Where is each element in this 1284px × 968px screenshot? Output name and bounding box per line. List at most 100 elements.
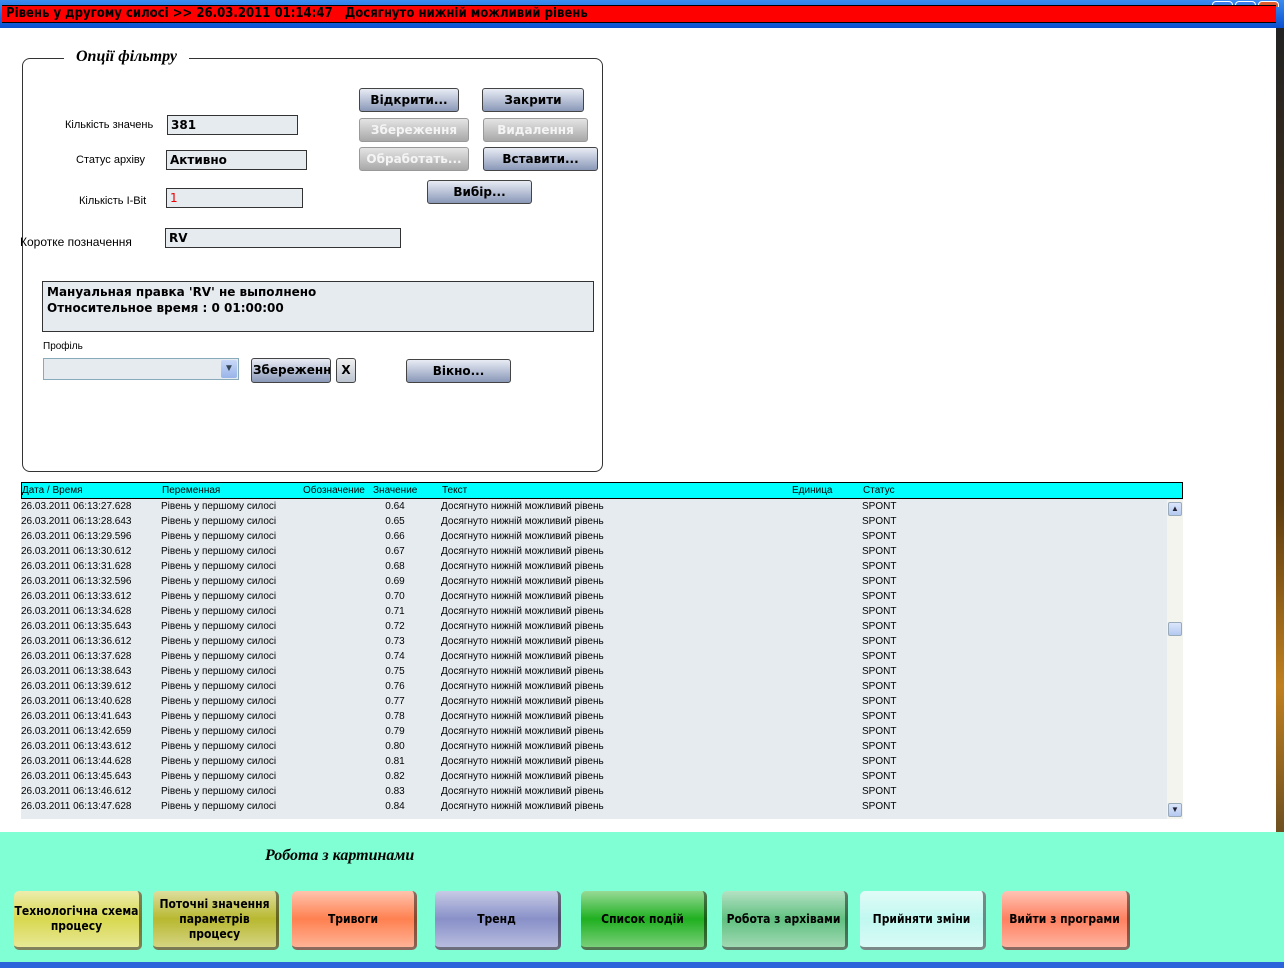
profile-clear-button[interactable]: X xyxy=(336,358,356,383)
profile-save-button[interactable]: Збереження xyxy=(251,358,331,383)
insert-button[interactable]: Вставити... xyxy=(483,147,598,171)
archive-status-field[interactable]: Активно xyxy=(166,150,307,170)
table-cell: Рівень у першому силосі xyxy=(161,561,277,572)
table-cell: Досягнуто нижній можливий рівень xyxy=(441,576,604,587)
table-cell: 0.82 xyxy=(385,771,405,782)
close-button[interactable]: Закрити xyxy=(482,88,584,112)
table-cell: Рівень у першому силосі xyxy=(161,726,277,737)
table-cell: Рівень у першому силосі xyxy=(161,636,277,647)
nav-button-4[interactable]: Тренд xyxy=(435,891,561,950)
table-row[interactable]: 26.03.2011 06:13:47.628 Рівень у першому … xyxy=(21,799,1167,814)
nav-button-6[interactable]: Робота з архівами xyxy=(722,891,848,950)
chevron-down-icon[interactable]: ▼ xyxy=(221,360,237,378)
table-row[interactable]: 26.03.2011 06:13:28.643 Рівень у першому … xyxy=(21,514,1167,529)
table-cell: 26.03.2011 06:13:35.643 xyxy=(21,621,132,632)
table-row[interactable]: 26.03.2011 06:13:41.643 Рівень у першому … xyxy=(21,709,1167,724)
table-cell: 0.68 xyxy=(385,561,405,572)
table-cell: Рівень у першому силосі xyxy=(161,786,277,797)
table-cell: SPONT xyxy=(862,546,897,557)
column-header-variable[interactable]: Переменная xyxy=(162,485,220,496)
table-cell: Рівень у першому силосі xyxy=(161,501,277,512)
table-cell: 0.66 xyxy=(385,531,405,542)
table-row[interactable]: 26.03.2011 06:13:36.612 Рівень у першому … xyxy=(21,634,1167,649)
table-cell: Рівень у першому силосі xyxy=(161,576,277,587)
table-cell: 0.71 xyxy=(385,606,405,617)
alarm-message-bar[interactable]: Рівень у другому силосі >> 26.03.2011 01… xyxy=(2,5,1276,23)
table-cell: SPONT xyxy=(862,576,897,587)
table-row[interactable]: 26.03.2011 06:13:35.643 Рівень у першому … xyxy=(21,619,1167,634)
table-row[interactable]: 26.03.2011 06:13:44.628 Рівень у першому … xyxy=(21,754,1167,769)
table-cell: SPONT xyxy=(862,681,897,692)
nav-button-3[interactable]: Тривоги xyxy=(292,891,417,950)
column-header-status[interactable]: Статус xyxy=(863,485,895,496)
table-cell: Досягнуто нижній можливий рівень xyxy=(441,636,604,647)
table-row[interactable]: 26.03.2011 06:13:43.612 Рівень у першому … xyxy=(21,739,1167,754)
nav-button-8[interactable]: Вийти з програми xyxy=(1002,891,1130,950)
table-cell: SPONT xyxy=(862,711,897,722)
count-field[interactable]: 381 xyxy=(167,115,298,135)
table-row[interactable]: 26.03.2011 06:13:39.612 Рівень у першому … xyxy=(21,679,1167,694)
column-header-designation[interactable]: Обозначение xyxy=(303,485,365,496)
table-cell: SPONT xyxy=(862,771,897,782)
table-cell: 0.74 xyxy=(385,651,405,662)
table-cell: 0.73 xyxy=(385,636,405,647)
table-row[interactable]: 26.03.2011 06:13:37.628 Рівень у першому … xyxy=(21,649,1167,664)
nav-button-5[interactable]: Список подій xyxy=(581,891,707,950)
window-button[interactable]: Вікно... xyxy=(406,359,511,383)
table-row[interactable]: 26.03.2011 06:13:46.612 Рівень у першому … xyxy=(21,784,1167,799)
table-row[interactable]: 26.03.2011 06:13:38.643 Рівень у першому … xyxy=(21,664,1167,679)
event-table[interactable]: 26.03.2011 06:13:27.628 Рівень у першому … xyxy=(21,499,1183,819)
column-header-unit[interactable]: Единица xyxy=(792,485,833,496)
table-row[interactable]: 26.03.2011 06:13:34.628 Рівень у першому … xyxy=(21,604,1167,619)
nav-button-1[interactable]: Технологічна схема процесу xyxy=(14,891,142,950)
table-cell: Рівень у першому силосі xyxy=(161,531,277,542)
table-cell: 26.03.2011 06:13:40.628 xyxy=(21,696,132,707)
scroll-up-icon[interactable]: ▲ xyxy=(1168,502,1182,516)
table-row[interactable]: 26.03.2011 06:13:33.612 Рівень у першому … xyxy=(21,589,1167,604)
column-header-datetime[interactable]: Дата / Время xyxy=(22,485,83,496)
open-button[interactable]: Відкрити... xyxy=(359,88,459,112)
save-button[interactable]: Збереження xyxy=(359,118,469,142)
table-cell: 0.79 xyxy=(385,726,405,737)
delete-button[interactable]: Видалення xyxy=(483,118,588,142)
table-row[interactable]: 26.03.2011 06:13:32.596 Рівень у першому … xyxy=(21,574,1167,589)
table-row[interactable]: 26.03.2011 06:13:29.596 Рівень у першому … xyxy=(21,529,1167,544)
table-row[interactable]: 26.03.2011 06:13:42.659 Рівень у першому … xyxy=(21,724,1167,739)
table-cell: Досягнуто нижній можливий рівень xyxy=(441,771,604,782)
table-cell: 26.03.2011 06:13:39.612 xyxy=(21,681,132,692)
short-name-field[interactable]: RV xyxy=(165,228,401,248)
table-cell: 26.03.2011 06:13:46.612 xyxy=(21,786,132,797)
table-cell: 26.03.2011 06:13:30.612 xyxy=(21,546,132,557)
table-cell: 26.03.2011 06:13:31.628 xyxy=(21,561,132,572)
table-cell: Досягнуто нижній можливий рівень xyxy=(441,546,604,557)
table-cell: 26.03.2011 06:13:36.612 xyxy=(21,636,132,647)
profile-select[interactable]: ▼ xyxy=(43,358,239,380)
table-cell: SPONT xyxy=(862,741,897,752)
scroll-down-icon[interactable]: ▼ xyxy=(1168,803,1182,817)
table-row[interactable]: 26.03.2011 06:13:45.643 Рівень у першому … xyxy=(21,769,1167,784)
table-row[interactable]: 26.03.2011 06:13:31.628 Рівень у першому … xyxy=(21,559,1167,574)
table-row[interactable]: 26.03.2011 06:13:40.628 Рівень у першому … xyxy=(21,694,1167,709)
table-header: Дата / Время Переменная Обозначение Знач… xyxy=(21,482,1183,499)
table-row[interactable]: 26.03.2011 06:13:27.628 Рівень у першому … xyxy=(21,499,1167,514)
table-cell: SPONT xyxy=(862,591,897,602)
nav-button-7[interactable]: Прийняти зміни xyxy=(860,891,986,950)
table-cell: Рівень у першому силосі xyxy=(161,666,277,677)
table-row[interactable]: 26.03.2011 06:13:30.612 Рівень у першому … xyxy=(21,544,1167,559)
column-header-value[interactable]: Значение xyxy=(373,485,417,496)
table-cell: Рівень у першому силосі xyxy=(161,606,277,617)
table-cell: Досягнуто нижній можливий рівень xyxy=(441,516,604,527)
table-cell: 26.03.2011 06:13:37.628 xyxy=(21,651,132,662)
table-cell: 26.03.2011 06:13:41.643 xyxy=(21,711,132,722)
column-header-text[interactable]: Текст xyxy=(442,485,467,496)
process-button[interactable]: Обработать... xyxy=(359,147,469,171)
table-cell: 26.03.2011 06:13:45.643 xyxy=(21,771,132,782)
table-scrollbar[interactable]: ▲ ▼ xyxy=(1167,500,1183,819)
nav-button-2[interactable]: Поточні значення параметрів процесу xyxy=(153,891,279,950)
table-cell: 26.03.2011 06:13:28.643 xyxy=(21,516,132,527)
table-cell: Рівень у першому силосі xyxy=(161,801,277,812)
scroll-thumb[interactable] xyxy=(1168,622,1182,636)
table-cell: Досягнуто нижній можливий рівень xyxy=(441,561,604,572)
select-button[interactable]: Вибір... xyxy=(427,180,532,204)
ibit-field[interactable]: 1 xyxy=(166,188,303,208)
